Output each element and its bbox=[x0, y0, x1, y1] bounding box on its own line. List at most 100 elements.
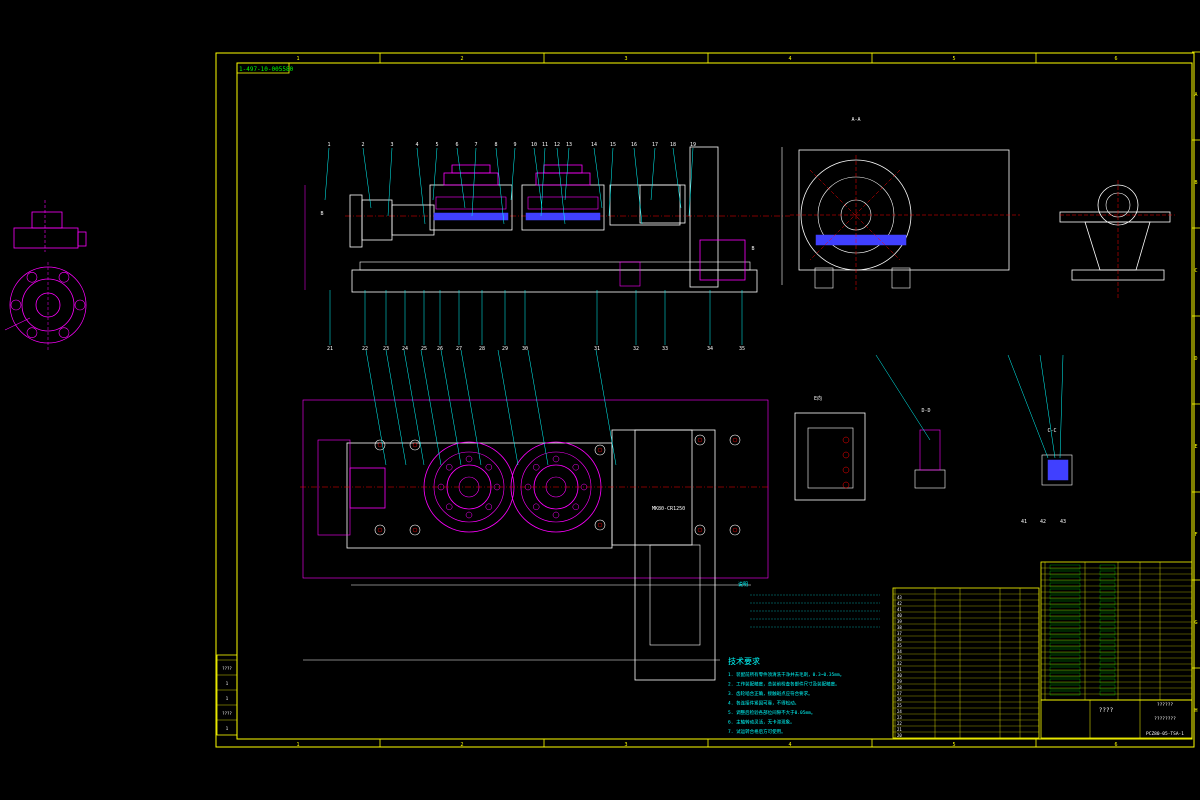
revision-row-text: 1 bbox=[226, 726, 229, 731]
callout-number-front-bottom: 35 bbox=[739, 346, 745, 352]
callout-number-top: 13 bbox=[566, 142, 572, 148]
front-gear-cap bbox=[443, 172, 499, 186]
bom-row-number: 28 bbox=[897, 685, 902, 690]
callout-leader-top bbox=[533, 147, 543, 209]
bom-row-number: 30 bbox=[897, 673, 902, 678]
callout-number-top: 11 bbox=[542, 142, 548, 148]
bom-row-number: 34 bbox=[897, 649, 902, 654]
plan-left-flange-outer bbox=[317, 439, 351, 536]
view-e-label: E向 bbox=[814, 395, 822, 402]
section-a-frame bbox=[798, 149, 1010, 271]
bom-text-placeholder bbox=[1049, 636, 1081, 642]
bom-text-placeholder bbox=[1049, 600, 1081, 606]
drawing-number: PCZ80-05-TSA-1 bbox=[1146, 731, 1184, 737]
section-a-foot-right bbox=[891, 267, 911, 289]
bom-row-number: 41 bbox=[897, 607, 902, 612]
callout-leader-plan bbox=[403, 349, 425, 466]
bom-text-placeholder bbox=[1049, 642, 1081, 648]
plan-gear-bolt bbox=[572, 463, 580, 471]
plan-hole-center bbox=[412, 442, 418, 448]
bom-text-placeholder bbox=[1099, 648, 1116, 654]
revision-row-text: 1 bbox=[226, 696, 229, 701]
code-tag: 1-497-10-005580 bbox=[239, 66, 294, 73]
plan-mounting-hole bbox=[729, 434, 741, 446]
plan-motor-frame bbox=[611, 429, 693, 546]
front-gear-cap bbox=[535, 172, 591, 186]
bom-text-placeholder bbox=[1099, 636, 1116, 642]
bom-text-placeholder bbox=[1049, 684, 1081, 690]
section-d-body bbox=[914, 469, 946, 489]
plan-mounting-hole bbox=[694, 524, 706, 536]
left-thumb-top bbox=[31, 211, 63, 229]
callout-number-top: 17 bbox=[652, 142, 658, 148]
callout-number-top: 12 bbox=[554, 142, 560, 148]
zone-letter-right: D bbox=[1194, 356, 1197, 362]
bom-row-number: 31 bbox=[897, 667, 902, 672]
front-gear-shaft-band bbox=[525, 212, 601, 221]
callout-number-top: 10 bbox=[531, 142, 537, 148]
tech-requirements-title: 技术要求 bbox=[728, 656, 760, 666]
callout-number-bottom: 43 bbox=[1060, 519, 1066, 525]
plan-hole-center bbox=[697, 527, 703, 533]
left-round-bolt bbox=[58, 271, 70, 283]
view-marker-b-right: B bbox=[751, 246, 754, 252]
callout-number-front-bottom: 25 bbox=[421, 346, 427, 352]
callout-number-front-bottom: 29 bbox=[502, 346, 508, 352]
view-e-plate bbox=[794, 412, 866, 501]
left-round-bolt bbox=[10, 299, 22, 311]
title-block-title: ???? bbox=[1099, 707, 1114, 714]
plan-hole-center bbox=[697, 437, 703, 443]
bom-row-number: 35 bbox=[897, 643, 902, 648]
bom-row-number: 33 bbox=[897, 655, 902, 660]
bom-text-placeholder bbox=[1099, 618, 1116, 624]
bom-text-placeholder bbox=[1049, 654, 1081, 660]
plan-hole-center bbox=[377, 442, 383, 448]
callout-number-top: 16 bbox=[631, 142, 637, 148]
bom-text-placeholder bbox=[1049, 576, 1081, 582]
front-base-plate bbox=[351, 269, 758, 293]
plan-motor-extension bbox=[634, 429, 716, 681]
callout-leader-top bbox=[432, 147, 438, 201]
bom-text-placeholder bbox=[1049, 594, 1081, 600]
bom-table-left bbox=[892, 587, 1040, 739]
bom-text-placeholder bbox=[1049, 606, 1081, 612]
front-right-clamp bbox=[699, 239, 746, 281]
callout-leader-plan bbox=[460, 349, 482, 466]
plan-gear-bolt bbox=[445, 463, 453, 471]
zone-number-bottom: 5 bbox=[952, 742, 955, 748]
bom-text-placeholder bbox=[1099, 564, 1116, 570]
front-gear-teeth bbox=[435, 196, 507, 210]
plan-gear-bolt bbox=[485, 503, 493, 511]
bom-row-number: 40 bbox=[897, 613, 902, 618]
bom-text-placeholder bbox=[1049, 648, 1081, 654]
plan-gear-bolt bbox=[465, 511, 473, 519]
callout-number-front-bottom: 33 bbox=[662, 346, 668, 352]
plan-gear-bolt bbox=[552, 455, 560, 463]
zone-letter-right: F bbox=[1194, 532, 1197, 538]
bom-text-placeholder bbox=[1099, 624, 1116, 630]
notes-label: 说明 bbox=[738, 581, 748, 588]
plan-mounting-hole bbox=[729, 524, 741, 536]
callout-number-front-bottom: 30 bbox=[522, 346, 528, 352]
zone-number-top: 6 bbox=[1114, 56, 1117, 62]
callout-leader-top bbox=[362, 147, 372, 209]
tech-requirement-line: 4. 各连接件紧固可靠，不得松动。 bbox=[728, 700, 799, 707]
plan-mounting-hole bbox=[374, 439, 386, 451]
bom-text-placeholder bbox=[1099, 642, 1116, 648]
section-a-blue-band bbox=[815, 234, 907, 246]
bom-row-number: 29 bbox=[897, 679, 902, 684]
callout-number-top: 7 bbox=[474, 142, 477, 148]
callout-leader-plan bbox=[385, 349, 407, 466]
bom-row-number: 20 bbox=[897, 733, 902, 738]
bom-text-placeholder bbox=[1099, 672, 1116, 678]
bom-text-placeholder bbox=[1099, 576, 1116, 582]
bom-row-number: 26 bbox=[897, 697, 902, 702]
front-gear-shaft-band bbox=[433, 212, 509, 221]
callout-leader-plan bbox=[440, 349, 462, 466]
bom-text-placeholder bbox=[1099, 690, 1116, 696]
bom-text-placeholder bbox=[1099, 684, 1116, 690]
bom-row-number: 27 bbox=[897, 691, 902, 696]
front-right-housing bbox=[609, 184, 681, 226]
bom-text-placeholder bbox=[1049, 618, 1081, 624]
callout-number-top: 1 bbox=[327, 142, 330, 148]
